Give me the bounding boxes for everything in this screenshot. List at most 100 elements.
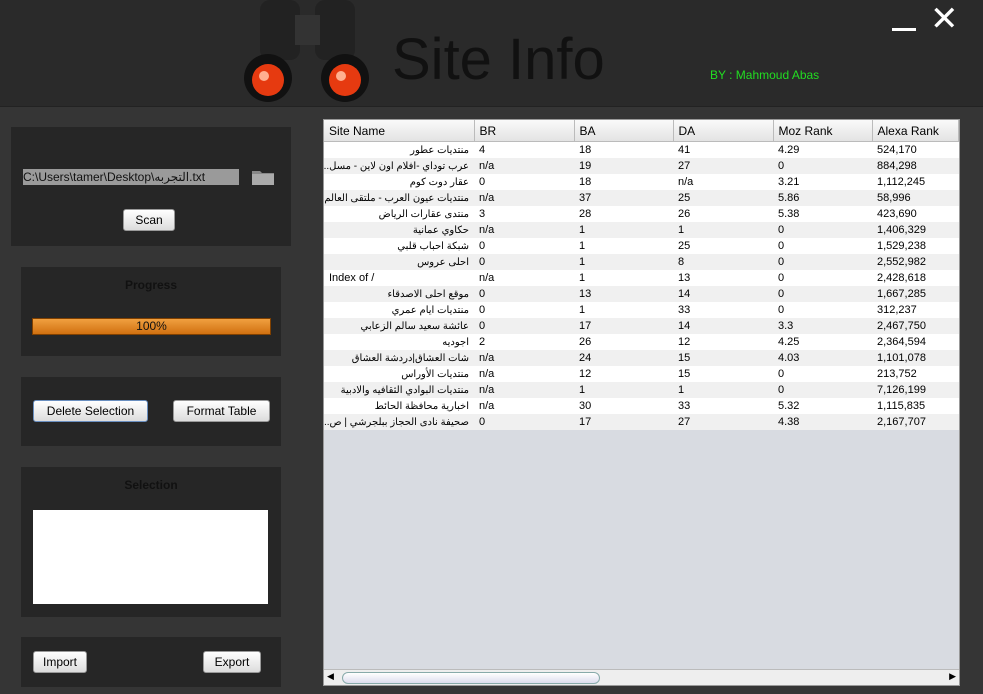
table-cell: 17 [579, 416, 592, 428]
file-path-field[interactable]: C:\Users\tamer\Desktop\التجربه.txt [23, 169, 239, 185]
table-cell: 26 [678, 208, 691, 220]
table-row[interactable]: منتديات عيون العرب - ملتقى العالم ... n/a… [324, 190, 959, 206]
table-cell: 0 [778, 224, 785, 236]
progress-panel: Progress 100% [21, 267, 281, 356]
progress-bar: 100% [32, 318, 271, 335]
table-cell: 1,406,329 [877, 224, 926, 236]
column-header[interactable]: BA [574, 120, 674, 142]
table-cell: عقار دوت كوم [409, 176, 469, 188]
scrollbar-thumb[interactable] [342, 672, 600, 684]
table-cell: 0 [479, 304, 486, 316]
table-row[interactable]: منتديات البوادي الثقافيه والادبية n/a 1 1 0 7… [324, 382, 959, 398]
column-header[interactable]: DA [673, 120, 774, 142]
table-cell: موقع احلى الاصدقاء [387, 288, 469, 300]
io-panel: Import Export [21, 637, 281, 687]
table-row[interactable]: منتدى عقارات الرياض 3 28 26 5.38 423,690 [324, 206, 959, 222]
table-cell: 312,237 [877, 304, 917, 316]
table-cell: n/a [479, 400, 495, 412]
table-cell: 19 [579, 160, 592, 172]
table-cell: 33 [678, 400, 691, 412]
table-cell: حكاوي عمانية [412, 224, 469, 236]
table-cell: 37 [579, 192, 592, 204]
table-cell: 0 [778, 288, 785, 300]
table-cell: 25 [678, 192, 691, 204]
table-row[interactable]: منتديات الأوراس n/a 12 15 0 213,752 [324, 366, 959, 382]
table-row[interactable]: موقع احلى الاصدقاء 0 13 14 0 1,667,285 [324, 286, 959, 302]
table-row[interactable]: Index of / n/a 1 13 0 2,428,618 [324, 270, 959, 286]
scroll-right-icon[interactable]: ▶ [949, 671, 956, 682]
table-row[interactable]: منتديات عطور 4 18 41 4.29 524,170 [324, 141, 959, 158]
table-row[interactable]: منتديات ايام عمري 0 1 33 0 312,237 [324, 302, 959, 318]
scan-button[interactable]: Scan [123, 209, 175, 231]
table-row[interactable]: حكاوي عمانية n/a 1 1 0 1,406,329 [324, 222, 959, 238]
table-cell: 0 [479, 256, 486, 268]
column-header[interactable]: Alexa Rank [872, 120, 959, 142]
format-table-button[interactable]: Format Table [173, 400, 270, 422]
table-cell: n/a [479, 224, 495, 236]
table-cell: 24 [579, 352, 592, 364]
site-info-table[interactable]: Site Name BR BA DA Moz Rank Alexa Rank منتديا… [323, 119, 960, 686]
table-row[interactable]: شات العشاق|دردشة العشاق n/a 24 15 4.03 1,101,… [324, 350, 959, 366]
table-row[interactable]: صحيفة نادى الحجاز ببلجرشي | ص... 0 17 27 4.3… [324, 414, 959, 430]
table-cell: منتديات الأوراس [401, 368, 469, 380]
table-cell: شبكة احباب قلبي [397, 240, 469, 252]
horizontal-scrollbar[interactable]: ◀ ▶ [324, 669, 959, 685]
table-row[interactable]: احلى عروس 0 1 8 0 2,552,982 [324, 254, 959, 270]
table-row[interactable]: عقار دوت كوم 0 18 n/a 3.21 1,112,245 [324, 174, 959, 190]
table-cell: منتدى عقارات الرياض [378, 208, 469, 220]
table-cell: منتديات البوادي الثقافيه والادبية [340, 384, 469, 396]
table-row[interactable]: شبكة احباب قلبي 0 1 25 0 1,529,238 [324, 238, 959, 254]
table-cell: 1,115,835 [877, 400, 926, 412]
table-cell: 8 [678, 256, 685, 268]
table-cell: 1 [579, 272, 586, 284]
scroll-left-icon[interactable]: ◀ [327, 671, 334, 682]
file-panel: C:\Users\tamer\Desktop\التجربه.txt Scan [11, 127, 291, 246]
table-cell: منتديات عيون العرب - ملتقى العالم ... [324, 192, 469, 204]
table-cell: 18 [579, 176, 592, 188]
table-cell: 17 [579, 320, 592, 332]
table-cell: 4.25 [778, 336, 800, 348]
export-button[interactable]: Export [203, 651, 261, 673]
table-cell: 4 [479, 144, 486, 156]
column-header[interactable]: BR [474, 120, 575, 142]
table-cell: 213,752 [877, 368, 917, 380]
selection-textarea[interactable] [33, 510, 268, 604]
table-cell: 1 [579, 384, 586, 396]
minimize-button[interactable] [892, 28, 916, 31]
app-header: Site Info BY : Mahmoud Abas ✕ [0, 0, 983, 107]
table-cell: 5.32 [778, 400, 800, 412]
author-credit: BY : Mahmoud Abas [710, 68, 820, 82]
table-cell: 27 [678, 416, 691, 428]
table-cell: 1 [579, 240, 586, 252]
column-header[interactable]: Site Name [324, 120, 475, 142]
table-cell: 884,298 [877, 160, 917, 172]
table-row[interactable]: اجوديه 2 26 12 4.25 2,364,594 [324, 334, 959, 350]
close-button[interactable]: ✕ [930, 2, 959, 36]
table-cell: n/a [479, 384, 495, 396]
table-cell: 1 [579, 304, 586, 316]
table-row[interactable]: عرب توداي -افلام اون لاين - مسل... n/a 19 2… [324, 158, 959, 174]
table-cell: 0 [479, 320, 486, 332]
table-cell: 25 [678, 240, 691, 252]
table-cell: 3 [479, 208, 486, 220]
table-cell: 1,101,078 [877, 352, 926, 364]
table-cell: 0 [479, 416, 486, 428]
selection-panel: Selection [21, 467, 281, 617]
delete-selection-button[interactable]: Delete Selection [33, 400, 148, 422]
table-row[interactable]: عائشة سعيد سالم الزعابي 0 17 14 3.3 2,467,750 [324, 318, 959, 334]
column-header[interactable]: Moz Rank [773, 120, 873, 142]
table-row[interactable]: اخبارية محافظة الحائط n/a 30 33 5.32 1,115,83… [324, 398, 959, 414]
table-cell: n/a [479, 352, 495, 364]
folder-icon[interactable] [251, 168, 275, 186]
table-cell: 0 [778, 240, 785, 252]
table-cell: 1 [579, 256, 586, 268]
table-cell: 33 [678, 304, 691, 316]
table-cell: Index of / [329, 272, 375, 284]
table-cell: شات العشاق|دردشة العشاق [351, 352, 469, 364]
table-cell: 2,552,982 [877, 256, 926, 268]
table-cell: 1 [678, 224, 685, 236]
table-cell: 0 [778, 304, 785, 316]
import-button[interactable]: Import [33, 651, 87, 673]
table-cell: 0 [479, 176, 486, 188]
table-cell: 30 [579, 400, 592, 412]
